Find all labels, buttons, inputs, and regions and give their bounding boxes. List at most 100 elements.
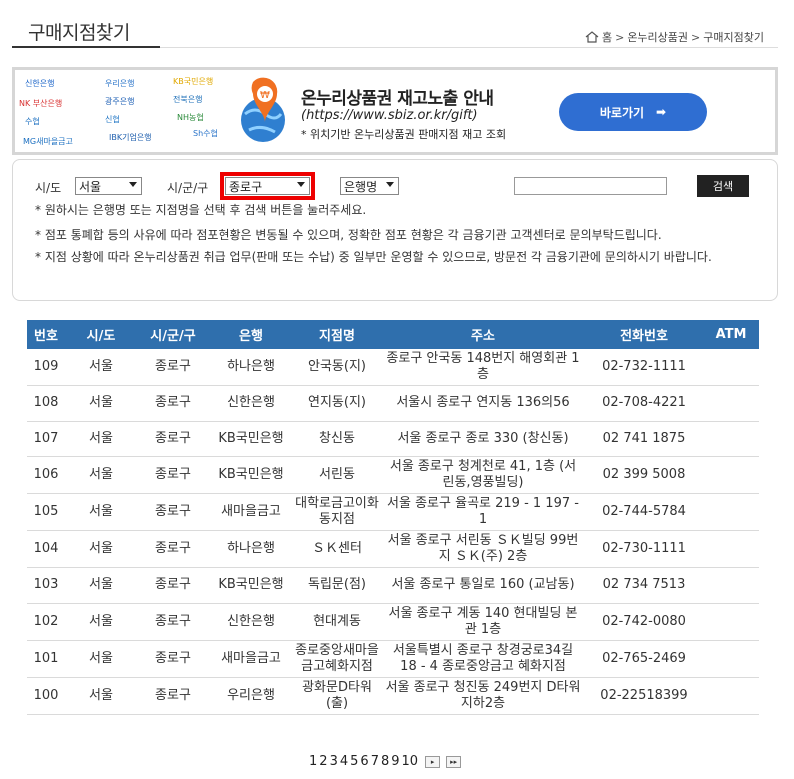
row-branch: 연지동(지)	[293, 385, 381, 422]
search-note: * 원하시는 은행명 또는 지점명을 선택 후 검색 버튼을 눌러주세요.	[35, 203, 367, 217]
banner-title: 온누리상품권 재고노출 안내	[301, 89, 494, 109]
row-number: 107	[27, 421, 65, 457]
chevron-down-icon	[129, 182, 137, 187]
search-note: * 점포 통폐합 등의 사유에 따라 점포현황은 변동될 수 있으며, 정확한 …	[35, 228, 662, 242]
home-icon[interactable]	[585, 31, 599, 43]
page-link[interactable]: 6	[359, 754, 369, 769]
row-address: 서울시 종로구 연지동 136의56	[381, 385, 585, 422]
column-header: 전화번호	[585, 320, 703, 349]
branch-table: 번호 시/도 시/군/구 은행 지점명 주소 전화번호 ATM 109 서울 종로구…	[27, 320, 759, 715]
row-number: 109	[27, 349, 65, 386]
row-address: 서울 종로구 계동 140 현대빌딩 본관 1층	[381, 603, 585, 641]
row-number: 103	[27, 567, 65, 604]
row-atm	[703, 349, 759, 386]
bank-logo: 신협	[105, 115, 120, 124]
sigungu-select-value: 종로구	[229, 179, 263, 194]
row-branch: 독립문(점)	[293, 567, 381, 604]
page-link[interactable]: 7	[370, 754, 380, 769]
table-row: 109 서울 종로구 하나은행 안국동(지) 종로구 안국동 148번지 해영회관 1층 0…	[27, 349, 759, 386]
sigungu-select[interactable]: 종로구	[220, 172, 315, 200]
bank-logo: 신한은행	[25, 79, 55, 88]
row-atm	[703, 567, 759, 604]
row-branch: 광화문D타워(출)	[293, 677, 381, 715]
row-sigungu: 종로구	[137, 456, 209, 494]
row-number: 105	[27, 493, 65, 531]
column-header: 은행	[209, 320, 293, 349]
row-bank: KB국민은행	[209, 421, 293, 457]
row-atm	[703, 677, 759, 715]
breadcrumb-home[interactable]: 홈	[602, 29, 612, 45]
page-link[interactable]: 8	[380, 754, 390, 769]
row-address: 서울 종로구 서린동 ＳＫ빌딩 99번지 ＳＫ(주) 2층	[381, 530, 585, 568]
bank-logo: Sh수협	[193, 129, 218, 138]
row-phone: 02-708-4221	[585, 385, 703, 422]
row-number: 102	[27, 603, 65, 641]
row-bank: 우리은행	[209, 677, 293, 715]
title-underline	[12, 46, 160, 48]
table-row: 102 서울 종로구 신한은행 현대계동 서울 종로구 계동 140 현대빌딩 본관 1층…	[27, 603, 759, 641]
search-button[interactable]: 검색	[697, 175, 749, 197]
bank-logo: IBK기업은행	[109, 133, 152, 142]
row-phone: 02-742-0080	[585, 603, 703, 641]
table-row: 105 서울 종로구 새마을금고 대학로금고이화동지점 서울 종로구 율곡로 219 - …	[27, 493, 759, 531]
bank-select[interactable]: 은행명	[340, 177, 399, 195]
row-number: 101	[27, 640, 65, 678]
page-link[interactable]: 9	[390, 754, 400, 769]
row-phone: 02 734 7513	[585, 567, 703, 604]
page-link[interactable]: 2	[318, 754, 328, 769]
column-header: 시/도	[65, 320, 137, 349]
page-title: 구매지점찾기	[28, 22, 130, 44]
breadcrumb-onnuri[interactable]: 온누리상품권	[627, 29, 688, 45]
table-body: 109 서울 종로구 하나은행 안국동(지) 종로구 안국동 148번지 해영회관 1층 0…	[27, 349, 759, 715]
row-sido: 서울	[65, 385, 137, 422]
row-sigungu: 종로구	[137, 677, 209, 715]
bank-logo: 전북은행	[173, 95, 203, 104]
row-sido: 서울	[65, 456, 137, 494]
bank-logo: NH농협	[177, 113, 204, 122]
row-atm	[703, 640, 759, 678]
page-link[interactable]: 3	[329, 754, 339, 769]
bank-logo: KB국민은행	[173, 77, 214, 86]
row-bank: 새마을금고	[209, 493, 293, 531]
last-page-button[interactable]: ▸▸	[446, 755, 462, 768]
row-sigungu: 종로구	[137, 603, 209, 641]
bank-logo: MG새마을금고	[23, 137, 73, 146]
row-address: 서울 종로구 청계천로 41, 1층 (서린동,영풍빌딩)	[381, 456, 585, 494]
sido-select[interactable]: 서울	[75, 177, 142, 195]
banner-url: (https://www.sbiz.or.kr/gift)	[301, 108, 478, 123]
bank-logo: 광주은행	[105, 97, 135, 106]
row-sido: 서울	[65, 640, 137, 678]
bank-select-value: 은행명	[344, 179, 378, 194]
go-button[interactable]: 바로가기 ➡	[559, 93, 707, 131]
row-phone: 02-765-2469	[585, 640, 703, 678]
next-page-button[interactable]: ▸	[425, 755, 441, 768]
row-branch: 대학로금고이화동지점	[293, 493, 381, 531]
column-header: 주소	[381, 320, 585, 349]
keyword-input[interactable]	[514, 177, 667, 195]
row-sido: 서울	[65, 677, 137, 715]
page-link[interactable]: 5	[349, 754, 359, 769]
pagination: 1 2 3 4 5 6 7 8 9 10 ▸ ▸▸	[308, 754, 462, 769]
table-header-row: 번호 시/도 시/군/구 은행 지점명 주소 전화번호 ATM	[27, 320, 759, 349]
location-globe-icon: ₩	[225, 74, 297, 146]
page-link[interactable]: 4	[339, 754, 349, 769]
row-sigungu: 종로구	[137, 385, 209, 422]
row-atm	[703, 493, 759, 531]
row-address: 서울 종로구 통일로 160 (교남동)	[381, 567, 585, 604]
column-header: 시/군/구	[137, 320, 209, 349]
row-branch: 종로중앙새마을금고혜화지점	[293, 640, 381, 678]
row-branch: 서린동	[293, 456, 381, 494]
page-link[interactable]: 1	[308, 754, 318, 769]
row-sigungu: 종로구	[137, 421, 209, 457]
column-header: 번호	[27, 320, 65, 349]
stock-notice-banner[interactable]: 신한은행 우리은행 KB국민은행 NK 부산은행 광주은행 전북은행 수협 신협…	[12, 67, 778, 155]
column-header: ATM	[703, 320, 759, 349]
row-atm	[703, 421, 759, 457]
search-panel: 시/도 서울 시/군/구 종로구 은행명 검색 * 원하시는 은행명 또는 지점…	[12, 159, 778, 301]
page-link[interactable]: 10	[401, 754, 420, 769]
row-number: 100	[27, 677, 65, 715]
row-sido: 서울	[65, 493, 137, 531]
row-bank: 신한은행	[209, 603, 293, 641]
breadcrumb-current: 구매지점찾기	[703, 31, 764, 44]
breadcrumb-separator: >	[691, 30, 701, 44]
